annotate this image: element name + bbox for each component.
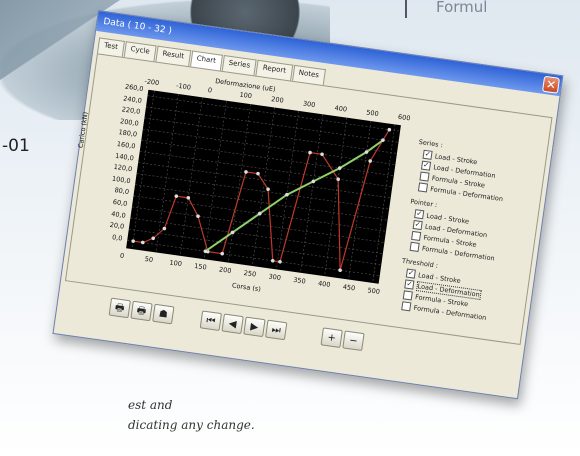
previous-record-button[interactable]: ◀ (221, 313, 244, 335)
background-caption: est and dicating any change. (128, 395, 255, 435)
series-line-1 (204, 139, 384, 253)
x-tick-label: 250 (243, 268, 257, 279)
zoom-in-button[interactable]: + (320, 327, 343, 349)
checkmark-icon: ✓ (405, 268, 416, 279)
close-icon: ✕ (545, 77, 557, 93)
y-tick-label: 0,0 (111, 233, 124, 243)
x-tick-label: 50 (144, 254, 154, 265)
grid-line-vertical (155, 93, 179, 253)
chart-plot-area[interactable] (126, 89, 401, 284)
grid-line-vertical (324, 117, 348, 277)
print-button[interactable]: 🖶 (108, 297, 131, 319)
grid-line-horizontal (142, 128, 396, 165)
grid-line-vertical (228, 104, 251, 263)
x-tick-label: 400 (317, 279, 331, 289)
first-record-button[interactable]: ⏮ (199, 310, 223, 332)
data-point (140, 240, 145, 245)
previous-icon: ◀ (227, 318, 238, 331)
top-tick-label: 500 (365, 108, 380, 119)
top-tick-label: 400 (334, 103, 348, 114)
top-tick-label: 0 (207, 86, 213, 95)
print-icon: 🖶 (114, 302, 126, 315)
checkbox-icon (419, 171, 430, 182)
data-point (244, 170, 248, 174)
x-tick-label: 300 (268, 272, 282, 283)
x-tick-label: 500 (367, 286, 381, 296)
x-tick-label: 100 (169, 258, 183, 269)
heading-divider (405, 0, 407, 18)
print-preview-icon: 🖶 (136, 305, 147, 318)
x-tick-label: 150 (193, 261, 208, 272)
checkmark-icon: ✓ (414, 209, 425, 220)
data-point (308, 150, 312, 155)
next-icon: ▶ (249, 321, 259, 334)
export-icon: ☗ (158, 308, 169, 321)
last-record-button[interactable]: ⏭ (265, 319, 288, 341)
data-point (338, 268, 342, 273)
x-tick-label: 200 (218, 265, 232, 276)
grid-line-horizontal (139, 151, 393, 188)
grid-line-vertical (179, 97, 203, 256)
checkmark-icon: ✓ (412, 220, 423, 231)
data-point (131, 239, 135, 243)
grid-line-vertical (372, 124, 396, 283)
grid-line-horizontal (135, 184, 388, 221)
data-window: Data ( 10 - 32 ) ✕ Test Cycle Result Cha… (52, 10, 564, 400)
top-tick-label: 600 (397, 112, 411, 123)
x-tick-label: 350 (292, 275, 307, 286)
grid-line-vertical (203, 100, 227, 260)
checkbox-icon (409, 241, 420, 252)
checkbox-icon (402, 290, 413, 301)
background-code: -01 (2, 136, 30, 156)
data-point (220, 251, 225, 256)
data-point (270, 258, 275, 263)
background-heading: Formul (436, 0, 488, 16)
top-tick-label: 200 (270, 95, 285, 105)
checkbox-icon (417, 182, 429, 193)
window-title: Data ( 10 - 32 ) (102, 16, 173, 37)
top-tick-label: 300 (302, 99, 316, 110)
chart-svg (127, 90, 401, 283)
options-panel: Series : ✓ Load - Stroke ✓ Load - Deformatio… (395, 132, 539, 327)
close-button[interactable]: ✕ (541, 75, 561, 94)
checkmark-icon: ✓ (404, 279, 415, 290)
print-preview-button[interactable]: 🖶 (130, 300, 153, 322)
top-tick-label: -200 (143, 77, 160, 88)
caption-line: dicating any change. (128, 418, 255, 432)
first-icon: ⏮ (205, 315, 217, 328)
last-icon: ⏭ (270, 324, 282, 337)
top-tick-label: -100 (175, 81, 192, 92)
x-axis-title: Corsa (s) (231, 281, 262, 294)
next-record-button[interactable]: ▶ (243, 316, 266, 338)
data-point (174, 194, 179, 198)
plus-icon: + (326, 332, 337, 345)
zoom-out-button[interactable]: − (342, 330, 365, 352)
top-tick-label: 100 (239, 90, 253, 101)
x-tick-label: 0 (119, 251, 125, 260)
checkbox-icon (401, 301, 412, 312)
data-point (278, 259, 282, 264)
checkbox-icon (411, 230, 422, 242)
checkmark-icon: ✓ (420, 160, 432, 171)
caption-line: est and (128, 398, 173, 412)
minus-icon: − (348, 335, 359, 348)
export-button[interactable]: ☗ (152, 303, 175, 325)
x-tick-label: 450 (342, 282, 356, 293)
grid-line-vertical (300, 114, 324, 273)
checkmark-icon: ✓ (422, 149, 433, 160)
